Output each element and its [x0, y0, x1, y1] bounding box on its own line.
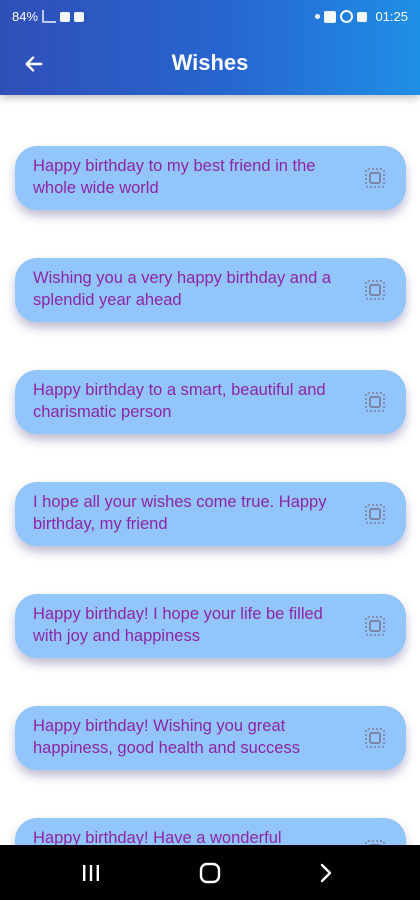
wish-card[interactable]: Happy birthday! I hope your life be fill… — [15, 594, 406, 658]
wish-card[interactable]: Happy birthday to a smart, beautiful and… — [15, 370, 406, 434]
youtube-icon — [324, 10, 337, 23]
header: 84% 01:25 Wishes — [0, 0, 420, 95]
wish-card[interactable]: Happy birthday! Wishing you great happin… — [15, 706, 406, 770]
wish-text: Wishing you a very happy birthday and a … — [33, 269, 332, 309]
copy-icon[interactable] — [364, 279, 386, 301]
back-chevron-icon — [320, 863, 332, 883]
battery-percentage: 84% — [12, 9, 39, 24]
wishes-list[interactable]: Happy birthday to my best friend in the … — [0, 95, 420, 845]
home-icon — [199, 862, 221, 884]
recents-icon — [83, 865, 99, 881]
wish-card[interactable]: Happy birthday to my best friend in the … — [15, 146, 406, 210]
notification-dot-icon — [315, 14, 321, 19]
clock: 01:25 — [375, 9, 408, 24]
wish-text: Happy birthday to a smart, beautiful and… — [33, 381, 326, 421]
wish-text: Happy birthday! Have a wonderful — [33, 829, 282, 845]
status-bar: 84% 01:25 — [0, 0, 420, 34]
app-bar: Wishes — [0, 34, 420, 95]
gallery-icon — [357, 11, 368, 22]
alarm-icon — [60, 11, 71, 22]
copy-icon[interactable] — [364, 167, 386, 189]
whatsapp-icon — [340, 10, 354, 23]
copy-icon[interactable] — [364, 727, 386, 749]
nav-back-button[interactable] — [312, 859, 340, 887]
wish-text: Happy birthday! I hope your life be fill… — [33, 605, 323, 645]
copy-icon[interactable] — [364, 391, 386, 413]
system-nav-bar — [0, 845, 420, 900]
wish-card[interactable]: I hope all your wishes come true. Happy … — [15, 482, 406, 546]
home-button[interactable] — [196, 859, 224, 887]
wish-card[interactable]: Wishing you a very happy birthday and a … — [15, 258, 406, 322]
signal-icon — [42, 10, 57, 23]
wish-text: Happy birthday! Wishing you great happin… — [33, 717, 300, 757]
copy-icon[interactable] — [364, 503, 386, 525]
wish-card[interactable]: Happy birthday! Have a wonderful — [15, 818, 406, 845]
recents-button[interactable] — [77, 859, 105, 887]
wish-text: Happy birthday to my best friend in the … — [33, 157, 316, 197]
page-title: Wishes — [171, 50, 249, 75]
copy-icon[interactable] — [364, 615, 386, 637]
wish-text: I hope all your wishes come true. Happy … — [33, 493, 327, 533]
app-notification-icon — [74, 11, 85, 22]
